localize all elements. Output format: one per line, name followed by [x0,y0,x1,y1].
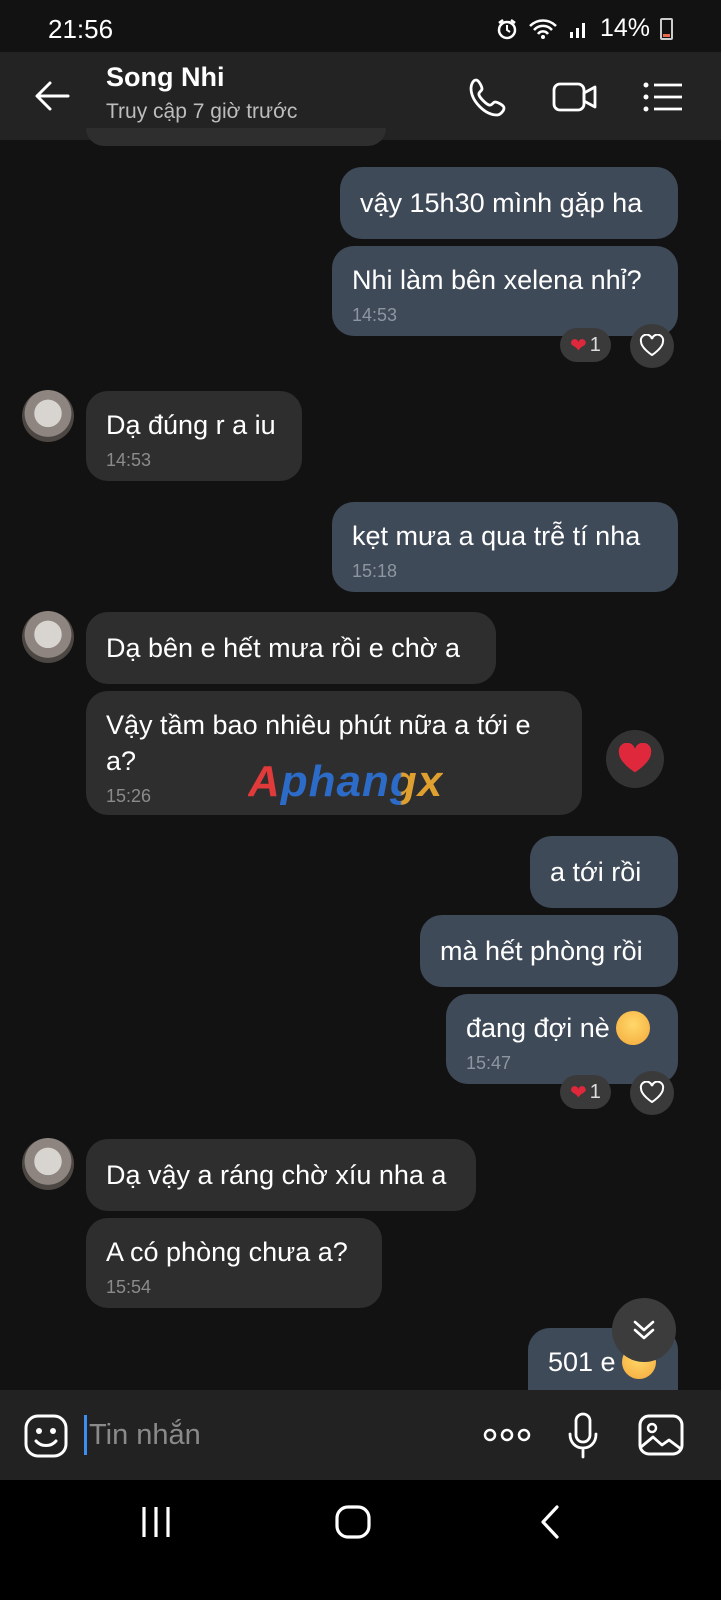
contact-name[interactable]: Song Nhi [106,62,224,93]
signal-icon [569,22,585,38]
message-text: vậy 15h30 mình gặp ha [360,188,643,218]
message-text: Dạ bên e hết mưa rồi e chờ a [106,633,460,663]
blushing-smile-emoji-icon [615,1011,650,1045]
heart-outline-icon [639,334,665,357]
scroll-to-bottom-button[interactable] [612,1298,676,1362]
back-nav-icon[interactable] [538,1504,562,1540]
reaction-heart[interactable] [606,730,664,788]
phone-call-icon[interactable] [466,74,512,120]
battery-icon [660,17,673,40]
message-text: 501 e [548,1347,616,1377]
message-incoming[interactable]: A có phòng chưa a? 15:54 [86,1218,382,1308]
message-input[interactable]: Tin nhắn [84,1410,464,1460]
message-text: đang đợi nè [466,1013,610,1043]
status-bar: 21:56 14% [0,0,721,52]
reaction-count: 1 [589,1080,601,1103]
watermark-logo: Aphangx [248,757,444,806]
message-text: mà hết phòng rồi [440,936,643,966]
message-outgoing[interactable]: a tới rồi [530,836,678,908]
previous-message-edge [86,128,386,146]
react-button[interactable] [630,1071,674,1115]
message-outgoing[interactable]: vậy 15h30 mình gặp ha [340,167,678,239]
alarm-icon [497,18,517,39]
heart-icon: ❤ [570,1081,587,1104]
wifi-icon [529,18,557,39]
status-time: 21:56 [48,14,114,44]
avatar[interactable] [22,390,74,442]
message-incoming[interactable]: Dạ bên e hết mưa rồi e chờ a [86,612,496,684]
message-time: 14:53 [106,450,152,470]
battery-percent: 14% [599,14,650,42]
heart-icon: ❤ [570,334,587,357]
message-outgoing[interactable]: kẹt mưa a qua trễ tí nha 15:18 [332,502,678,592]
react-button[interactable] [630,324,674,368]
avatar[interactable] [22,611,74,663]
avatar[interactable] [22,1138,74,1190]
back-arrow-icon[interactable] [30,74,74,118]
contact-last-seen: Truy cập 7 giờ trước [106,100,298,123]
message-outgoing[interactable]: mà hết phòng rồi [420,915,678,987]
message-outgoing[interactable]: Nhi làm bên xelena nhỉ? 14:53 [332,246,678,336]
reaction-summary[interactable]: ❤ 1 [560,328,611,362]
message-body: đang đợi nè [466,1010,658,1046]
message-incoming[interactable]: Dạ đúng r a iu 14:53 [86,391,302,481]
message-time: 15:47 [466,1053,512,1073]
reaction-summary[interactable]: ❤ 1 [560,1075,611,1109]
image-gallery-icon[interactable] [638,1414,684,1456]
message-text: a tới rồi [550,857,642,887]
message-text: Nhi làm bên xelena nhỉ? [352,265,642,295]
menu-list-icon[interactable] [640,74,686,120]
message-time: 15:54 [106,1277,152,1297]
recent-apps-icon[interactable] [136,1505,176,1539]
double-chevron-down-icon [633,1320,655,1340]
message-text: A có phòng chưa a? [106,1237,348,1267]
heart-icon [618,743,652,773]
message-time: 14:53 [352,305,398,325]
message-input-bar: Tin nhắn [0,1390,721,1480]
system-navigation-bar [0,1480,721,1600]
text-cursor [84,1415,87,1455]
reaction-count: 1 [589,333,601,356]
heart-outline-icon [639,1081,665,1104]
home-icon[interactable] [334,1504,372,1540]
message-text: kẹt mưa a qua trễ tí nha [352,521,641,551]
microphone-icon[interactable] [566,1412,600,1460]
message-time: 15:18 [352,561,398,581]
chat-header: Song Nhi Truy cập 7 giờ trước [0,52,721,140]
input-placeholder: Tin nhắn [89,1418,201,1451]
video-call-icon[interactable] [552,74,598,120]
message-text: Dạ vậy a ráng chờ xíu nha a [106,1160,447,1190]
message-outgoing[interactable]: đang đợi nè 15:47 [446,994,678,1084]
sticker-emoji-icon[interactable] [24,1414,68,1458]
status-icons: 14% [496,14,673,43]
more-options-icon[interactable] [482,1424,532,1446]
message-text: Dạ đúng r a iu [106,410,276,440]
message-incoming[interactable]: Dạ vậy a ráng chờ xíu nha a [86,1139,476,1211]
